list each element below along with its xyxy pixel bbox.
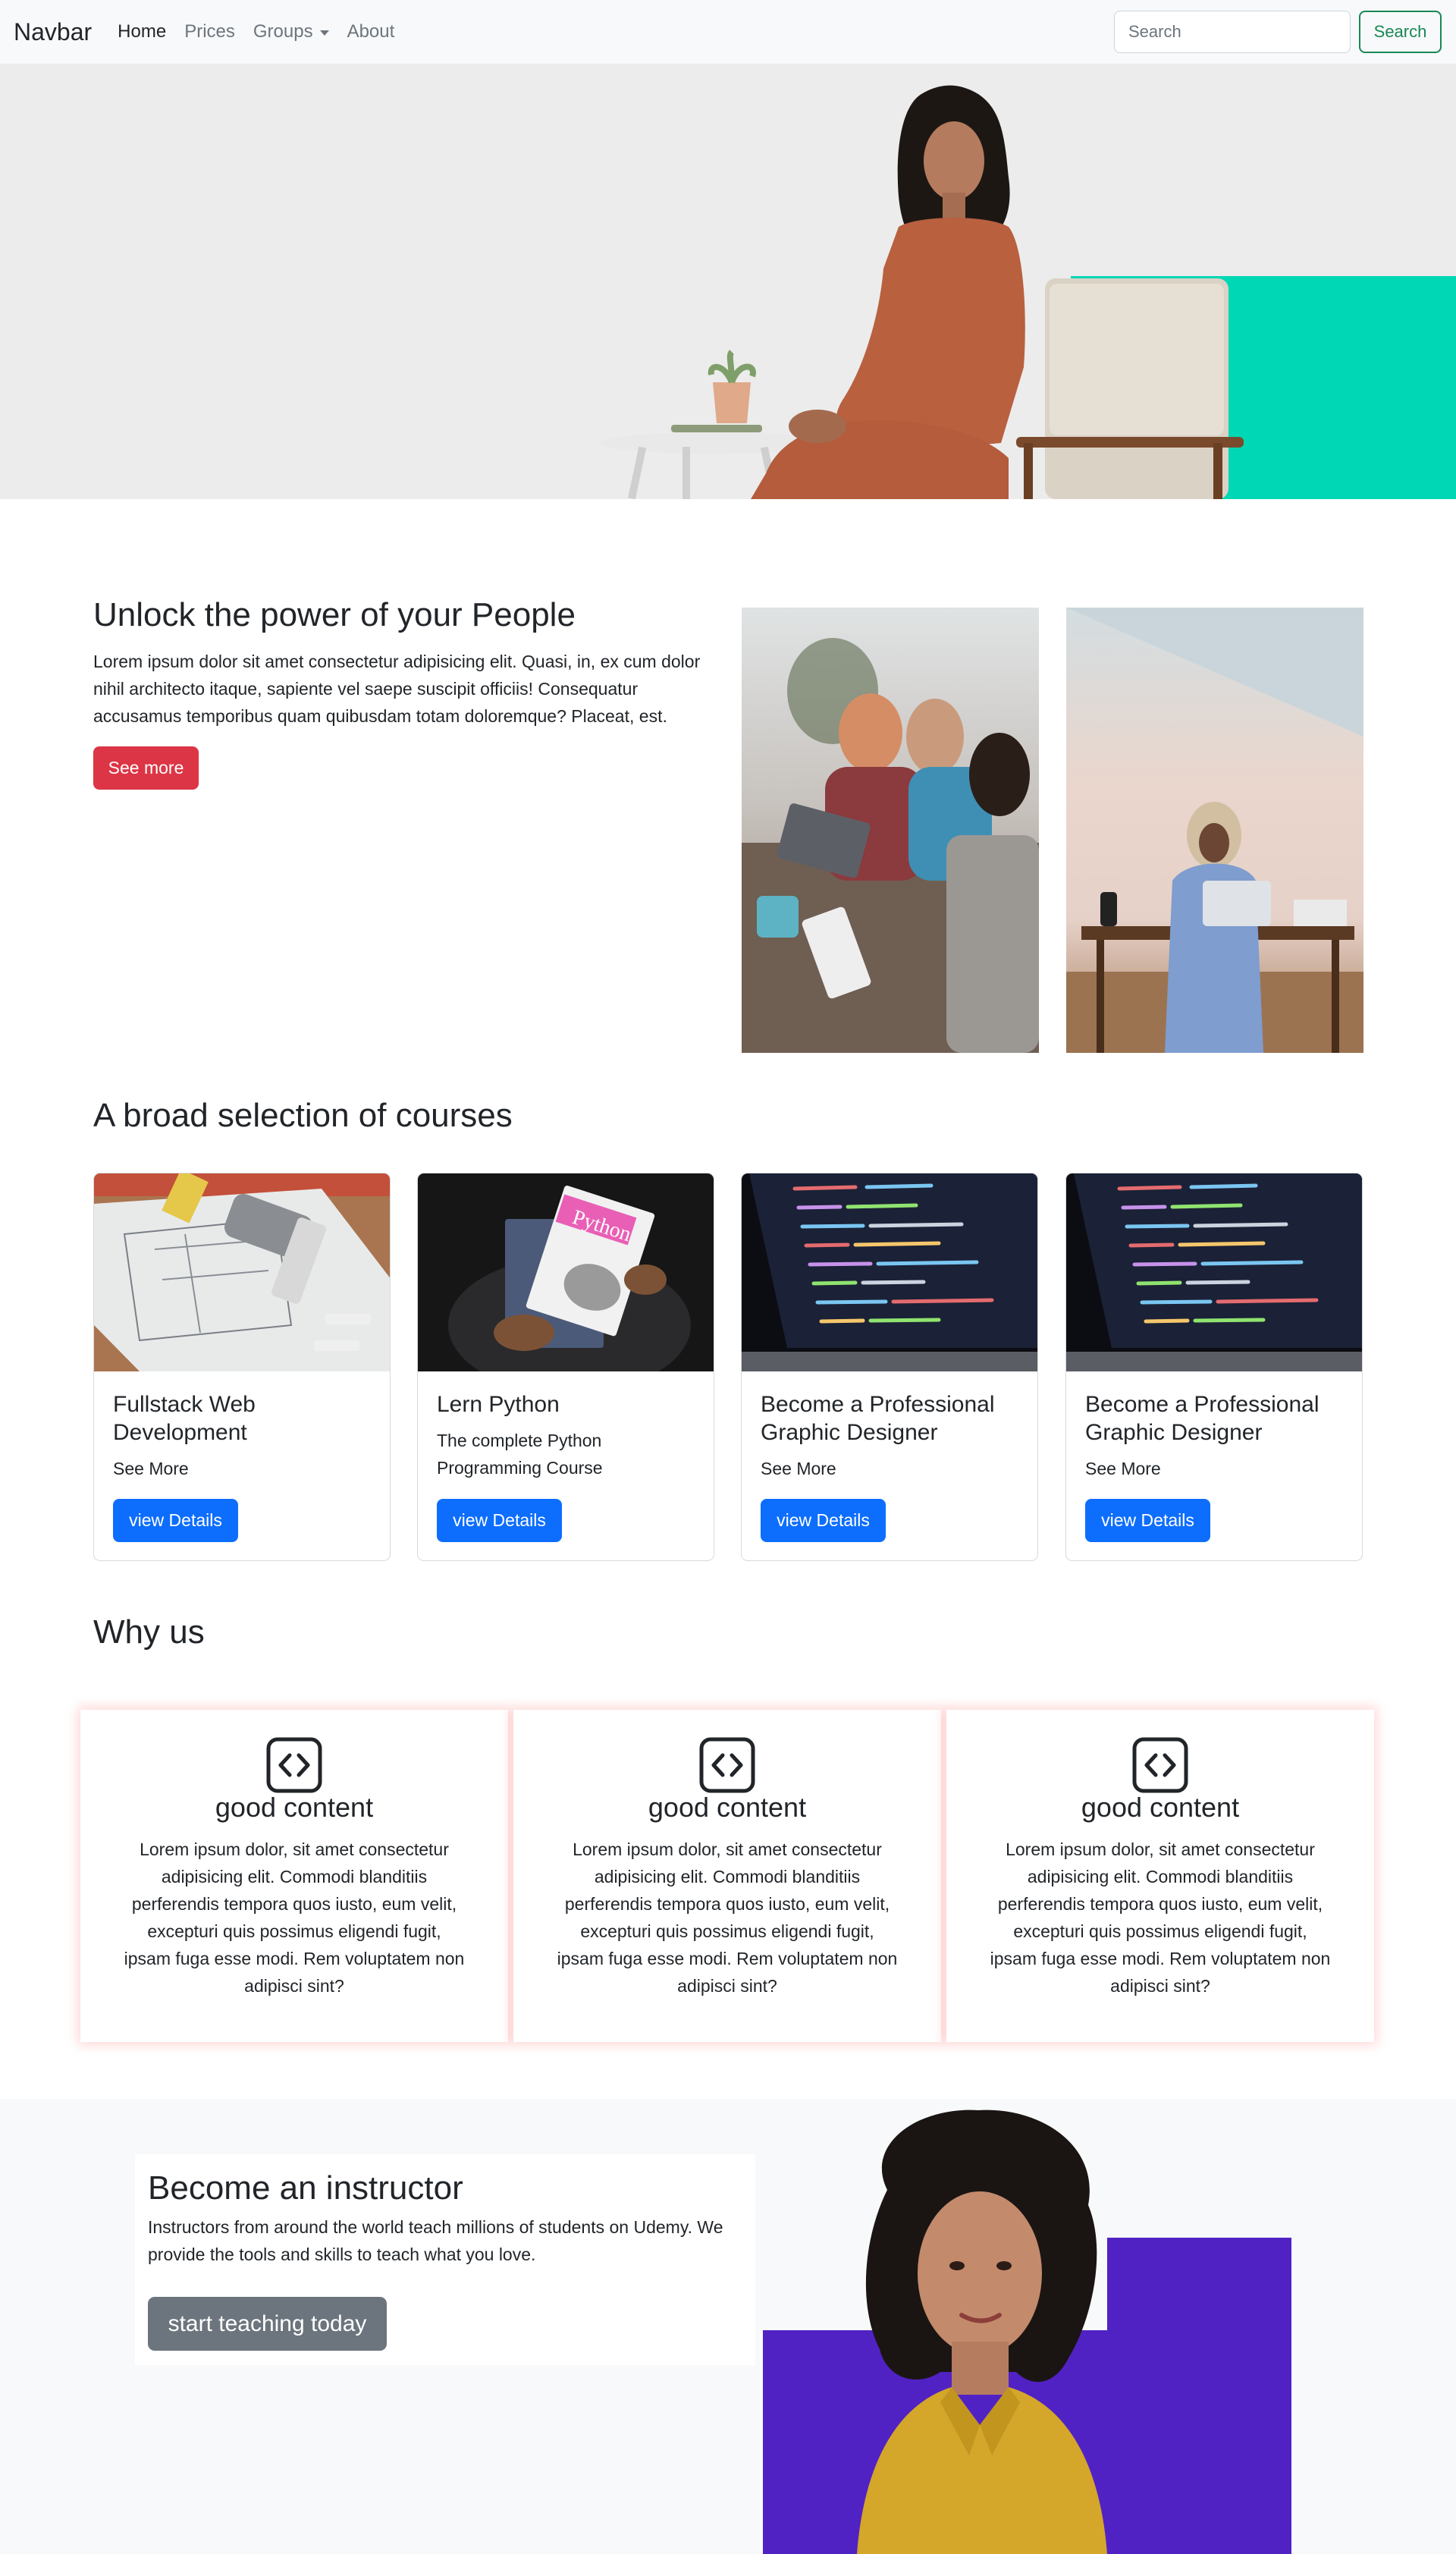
- course-subtitle: See More: [1085, 1459, 1161, 1478]
- nav-link-groups-label: Groups: [253, 21, 313, 42]
- course-card: Python Lern Python The complete Python P…: [417, 1173, 714, 1561]
- nav-link-groups[interactable]: Groups: [253, 21, 329, 42]
- view-details-button[interactable]: view Details: [437, 1499, 562, 1542]
- hero-woman-photo: [599, 85, 1244, 499]
- nav-link-about[interactable]: About: [347, 21, 395, 42]
- nav-link-prices[interactable]: Prices: [184, 21, 235, 42]
- navbar-brand[interactable]: Navbar: [14, 18, 92, 46]
- course-title: Fullstack Web Development: [113, 1392, 256, 1445]
- unlock-text: Lorem ipsum dolor sit amet consectetur a…: [93, 652, 701, 726]
- course-image-python-book: Python: [418, 1173, 714, 1371]
- course-card: Fullstack Web Development See More view …: [93, 1173, 391, 1561]
- course-card: Become a Professional Graphic Designer S…: [741, 1173, 1038, 1561]
- feature-title: good content: [648, 1792, 807, 1823]
- feature-card: good content Lorem ipsum dolor, sit amet…: [80, 1710, 508, 2042]
- unlock-title: Unlock the power of your People: [93, 596, 576, 633]
- courses-section-title: A broad selection of courses: [93, 1097, 513, 1134]
- why-us-title: Why us: [93, 1613, 205, 1651]
- course-image-code-laptop: [1066, 1173, 1362, 1371]
- instructor-card: Become an instructor Instructors from ar…: [135, 2154, 755, 2365]
- nav-link-home[interactable]: Home: [118, 21, 166, 42]
- feature-card: good content Lorem ipsum dolor, sit amet…: [513, 1710, 941, 2042]
- feature-text: Lorem ipsum dolor, sit amet consectetur …: [124, 1839, 465, 1996]
- instructor-title: Become an instructor: [148, 2169, 463, 2207]
- course-image-code-laptop: [742, 1173, 1037, 1371]
- course-subtitle: The complete Python Programming Course: [437, 1431, 603, 1478]
- instructor-woman-photo: [857, 2109, 1107, 2554]
- feature-card: good content Lorem ipsum dolor, sit amet…: [946, 1710, 1374, 2042]
- see-more-button[interactable]: See more: [93, 746, 199, 790]
- view-details-button[interactable]: view Details: [1085, 1499, 1210, 1542]
- instructor-section: Become an instructor Instructors from ar…: [0, 2099, 1456, 2554]
- code-icon: [1132, 1737, 1188, 1793]
- code-icon: [266, 1737, 322, 1793]
- instructor-text: Instructors from around the world teach …: [148, 2217, 723, 2264]
- feature-text: Lorem ipsum dolor, sit amet consectetur …: [990, 1839, 1331, 1996]
- course-title: Become a Professional Graphic Designer: [1085, 1392, 1320, 1445]
- caret-down-icon: [319, 30, 329, 36]
- start-teaching-button[interactable]: start teaching today: [148, 2297, 387, 2351]
- feature-title: good content: [1081, 1792, 1240, 1823]
- woman-laptop-photo: [1066, 608, 1363, 1053]
- navbar: Navbar Home Prices Groups About Search: [0, 0, 1456, 64]
- feature-title: good content: [215, 1792, 374, 1823]
- feature-text: Lorem ipsum dolor, sit amet consectetur …: [557, 1839, 898, 1996]
- course-subtitle: See More: [761, 1459, 836, 1478]
- course-subtitle: See More: [113, 1459, 189, 1478]
- view-details-button[interactable]: view Details: [113, 1499, 238, 1542]
- search-button[interactable]: Search: [1359, 11, 1442, 53]
- view-details-button[interactable]: view Details: [761, 1499, 886, 1542]
- code-icon: [699, 1737, 755, 1793]
- course-image-blueprint: [94, 1173, 390, 1371]
- search-input[interactable]: [1114, 11, 1351, 53]
- course-title: Become a Professional Graphic Designer: [761, 1392, 995, 1445]
- course-card: Become a Professional Graphic Designer S…: [1065, 1173, 1363, 1561]
- course-title: Lern Python: [437, 1392, 560, 1417]
- team-meeting-photo: [742, 608, 1039, 1053]
- hero-banner: [0, 64, 1456, 499]
